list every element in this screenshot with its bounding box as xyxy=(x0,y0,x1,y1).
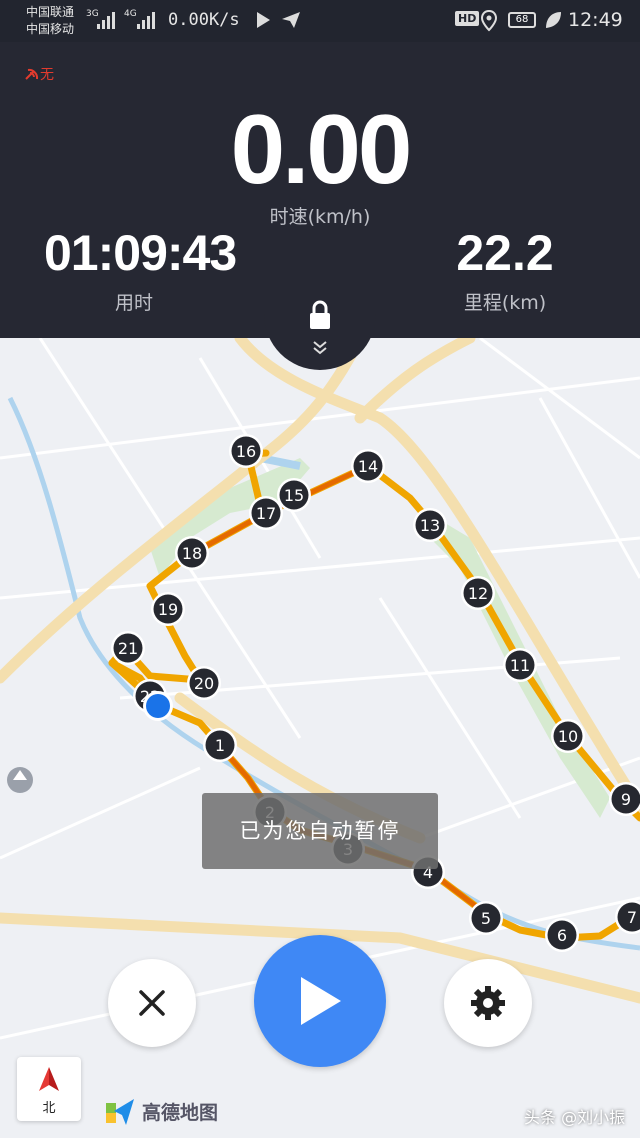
signal-icon xyxy=(137,12,155,29)
route-marker-12: 12 xyxy=(461,576,495,610)
resume-button[interactable] xyxy=(254,935,386,1067)
route-marker-label: 6 xyxy=(557,926,567,945)
clock: 12:49 xyxy=(568,9,623,31)
carrier-labels: 中国联通 中国移动 xyxy=(26,4,74,38)
poi-pin-icon[interactable] xyxy=(7,767,33,793)
route-marker-label: 10 xyxy=(558,727,578,746)
location-icon xyxy=(480,10,498,32)
speed-value: 0.00 xyxy=(230,94,413,204)
hd-badge: HD xyxy=(455,11,480,26)
duration-value: 01:09:43 xyxy=(44,225,237,281)
status-bar: 中国联通 中国移动 3G 4G 0.00K/s HD 68 12:49 xyxy=(0,0,640,42)
north-arrow-icon xyxy=(39,1067,59,1091)
route-marker-18: 18 xyxy=(175,536,209,570)
route-marker-label: 11 xyxy=(510,656,530,675)
route-marker-label: 16 xyxy=(236,442,256,461)
route-marker-19: 19 xyxy=(151,592,185,626)
route-marker-5: 5 xyxy=(469,901,503,935)
route-marker-label: 1 xyxy=(215,736,225,755)
route-marker-17: 17 xyxy=(249,496,283,530)
route-marker-label: 20 xyxy=(194,674,214,693)
route-marker-label: 21 xyxy=(118,639,138,658)
close-icon xyxy=(139,990,165,1016)
duration-label: 用时 xyxy=(114,292,153,314)
carrier-1: 中国联通 xyxy=(26,5,75,19)
route-marker-14: 14 xyxy=(351,449,385,483)
route-marker-label: 15 xyxy=(284,486,304,505)
route-marker-10: 10 xyxy=(551,719,585,753)
auto-pause-toast: 已为您自动暂停 xyxy=(202,793,438,869)
settings-button[interactable] xyxy=(444,959,532,1047)
route-marker-label: 14 xyxy=(358,457,378,476)
gps-status: 无 xyxy=(24,64,54,84)
leaf-icon xyxy=(546,12,561,28)
current-location-marker xyxy=(146,694,170,718)
route-marker-21: 21 xyxy=(111,631,145,665)
route-marker-label: 17 xyxy=(256,504,276,523)
gps-status-label: 无 xyxy=(40,67,54,83)
tracking-panel: 无 0.00 时速(km/h) 01:09:43 用时 22.2 里程(km) xyxy=(0,42,640,338)
route-marker-20: 20 xyxy=(187,666,221,700)
route-marker-label: 9 xyxy=(621,790,631,809)
route-marker-label: 18 xyxy=(182,544,202,563)
route-marker-1: 1 xyxy=(203,728,237,762)
route-marker-11: 11 xyxy=(503,648,537,682)
amap-logo-icon xyxy=(106,1099,134,1125)
signal-icon xyxy=(97,12,115,29)
chevron-down-icon[interactable] xyxy=(312,340,328,356)
network-type-2: 4G xyxy=(124,9,137,19)
route-marker-6: 6 xyxy=(545,918,579,952)
lock-icon[interactable] xyxy=(308,300,332,330)
compass-label: 北 xyxy=(42,1101,56,1116)
battery-indicator: 68 xyxy=(508,12,536,28)
distance-value: 22.2 xyxy=(456,225,554,281)
distance-label: 里程(km) xyxy=(463,292,547,314)
watermark: 头条 @刘小振 xyxy=(524,1108,626,1127)
route-marker-label: 5 xyxy=(481,909,491,928)
send-icon xyxy=(282,12,300,28)
gear-icon xyxy=(471,986,505,1020)
play-store-icon xyxy=(257,12,270,28)
play-icon xyxy=(301,977,341,1025)
route-marker-label: 7 xyxy=(627,908,637,927)
route-marker-label: 19 xyxy=(158,600,178,619)
map-provider-label: 高德地图 xyxy=(142,1101,219,1124)
carrier-2: 中国移动 xyxy=(26,22,75,36)
route-marker-13: 13 xyxy=(413,508,447,542)
close-button[interactable] xyxy=(108,959,196,1047)
map-provider-logo: 高德地图 xyxy=(104,1094,218,1128)
route-marker-16: 16 xyxy=(229,434,263,468)
compass-button[interactable]: 北 xyxy=(17,1057,81,1121)
route-marker-15: 15 xyxy=(277,478,311,512)
route-marker-label: 13 xyxy=(420,516,440,535)
route-marker-label: 12 xyxy=(468,584,488,603)
gps-signal-icon xyxy=(25,68,39,80)
network-speed: 0.00K/s xyxy=(168,10,240,30)
